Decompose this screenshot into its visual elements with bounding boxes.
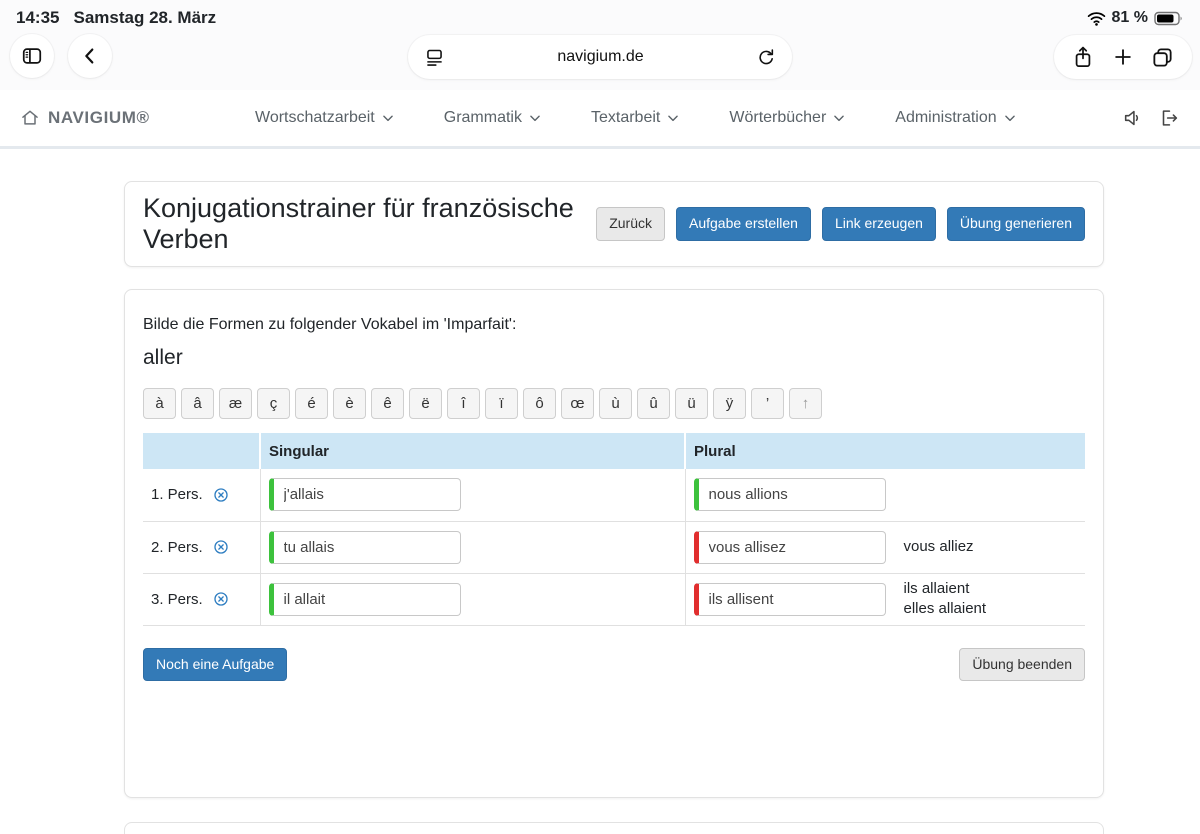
chevron-down-icon <box>528 111 542 125</box>
char-key[interactable]: â <box>181 388 214 419</box>
battery-icon <box>1154 11 1184 26</box>
chevron-down-icon <box>1003 111 1017 125</box>
chevron-down-icon <box>832 111 846 125</box>
browser-toolbar: navigium.de <box>0 32 1200 90</box>
page-title: Konjugationstrainer für französische Ver… <box>143 193 596 255</box>
chevron-down-icon <box>666 111 680 125</box>
char-key[interactable]: ù <box>599 388 632 419</box>
char-key[interactable]: ç <box>257 388 290 419</box>
char-key[interactable]: é <box>295 388 328 419</box>
next-card-stub <box>124 822 1104 834</box>
home-brand-link[interactable]: NAVIGIUM® <box>20 108 150 128</box>
correction-text-line2: elles allaient <box>904 599 987 619</box>
vocab-word: aller <box>143 346 1085 370</box>
share-icon[interactable] <box>1072 45 1094 69</box>
main-menu: Wortschatzarbeit Grammatik Textarbeit Wö… <box>150 109 1122 127</box>
home-icon <box>20 108 40 128</box>
reload-icon[interactable] <box>756 47 776 67</box>
circle-x-icon[interactable] <box>213 539 229 555</box>
table-row-person3: 3. Pers. ils allaient <box>143 573 1085 625</box>
page-format-icon[interactable] <box>424 47 445 68</box>
create-task-button[interactable]: Aufgabe erstellen <box>676 207 811 241</box>
column-header-empty <box>143 433 260 469</box>
person-label: 1. Pers. <box>151 486 203 503</box>
char-key[interactable]: è <box>333 388 366 419</box>
logout-icon[interactable] <box>1158 107 1180 129</box>
correction-text: vous alliez <box>904 537 974 557</box>
table-row-person1: 1. Pers. <box>143 469 1085 521</box>
toolbar-right-group <box>1054 35 1192 79</box>
char-key[interactable]: à <box>143 388 176 419</box>
menu-label: Wortschatzarbeit <box>255 109 375 127</box>
person-label: 2. Pers. <box>151 539 203 556</box>
char-key[interactable]: æ <box>219 388 252 419</box>
circle-x-icon[interactable] <box>213 591 229 607</box>
menu-woerterbuecher[interactable]: Wörterbücher <box>729 109 846 127</box>
wifi-icon <box>1087 11 1106 26</box>
char-key[interactable]: ’ <box>751 388 784 419</box>
sidebar-icon <box>21 45 43 67</box>
menu-label: Grammatik <box>444 109 522 127</box>
menu-label: Administration <box>895 109 996 127</box>
create-link-button[interactable]: Link erzeugen <box>822 207 936 241</box>
exercise-instruction: Bilde die Formen zu folgender Vokabel im… <box>143 316 1085 334</box>
answer-input-2pl[interactable] <box>694 531 886 564</box>
menu-administration[interactable]: Administration <box>895 109 1016 127</box>
char-key[interactable]: ï <box>485 388 518 419</box>
answer-input-1pl[interactable] <box>694 478 886 511</box>
circle-x-icon[interactable] <box>213 487 229 503</box>
char-key[interactable]: œ <box>561 388 594 419</box>
status-bar: 14:35 Samstag 28. März 81 % <box>0 0 1200 32</box>
shift-char-key[interactable]: ↑ <box>789 388 822 419</box>
menu-textarbeit[interactable]: Textarbeit <box>591 109 680 127</box>
end-exercise-button[interactable]: Übung beenden <box>959 648 1085 682</box>
char-key[interactable]: ê <box>371 388 404 419</box>
answer-input-1sg[interactable] <box>269 478 461 511</box>
site-navbar: NAVIGIUM® Wortschatzarbeit Grammatik Tex… <box>0 90 1200 149</box>
conjugation-table: Singular Plural 1. Pers. <box>143 433 1085 626</box>
sidebar-toggle-button[interactable] <box>10 34 54 78</box>
generate-exercise-button[interactable]: Übung generieren <box>947 207 1085 241</box>
column-header-plural: Plural <box>685 433 1085 469</box>
battery-percent: 81 % <box>1112 9 1148 27</box>
answer-input-3pl[interactable] <box>694 583 886 616</box>
chevron-left-icon <box>79 45 101 67</box>
answer-input-3sg[interactable] <box>269 583 461 616</box>
tabs-icon[interactable] <box>1151 46 1174 69</box>
back-page-button[interactable]: Zurück <box>596 207 665 241</box>
char-key[interactable]: ÿ <box>713 388 746 419</box>
title-card: Konjugationstrainer für französische Ver… <box>124 181 1104 267</box>
speaker-icon[interactable] <box>1122 107 1144 129</box>
next-task-button[interactable]: Noch eine Aufgabe <box>143 648 287 682</box>
date: Samstag 28. März <box>73 8 216 28</box>
new-tab-icon[interactable] <box>1112 46 1134 68</box>
column-header-singular: Singular <box>260 433 685 469</box>
menu-label: Textarbeit <box>591 109 660 127</box>
chevron-down-icon <box>381 111 395 125</box>
char-key[interactable]: û <box>637 388 670 419</box>
correction-text-line1: ils allaient <box>904 579 987 599</box>
address-bar[interactable]: navigium.de <box>408 35 792 79</box>
brand-label: NAVIGIUM® <box>48 108 150 128</box>
menu-grammatik[interactable]: Grammatik <box>444 109 542 127</box>
char-key[interactable]: ë <box>409 388 442 419</box>
char-key[interactable]: î <box>447 388 480 419</box>
url-text: navigium.de <box>445 48 756 66</box>
special-char-keyboard: à â æ ç é è ê ë î ï ô œ ù û ü ÿ ’ ↑ <box>143 388 1085 419</box>
person-label: 3. Pers. <box>151 591 203 608</box>
exercise-card: Bilde die Formen zu folgender Vokabel im… <box>124 289 1104 798</box>
char-key[interactable]: ô <box>523 388 556 419</box>
menu-wortschatzarbeit[interactable]: Wortschatzarbeit <box>255 109 395 127</box>
clock: 14:35 <box>16 8 59 28</box>
answer-input-2sg[interactable] <box>269 531 461 564</box>
table-row-person2: 2. Pers. vous alliez <box>143 521 1085 573</box>
menu-label: Wörterbücher <box>729 109 826 127</box>
back-button[interactable] <box>68 34 112 78</box>
char-key[interactable]: ü <box>675 388 708 419</box>
